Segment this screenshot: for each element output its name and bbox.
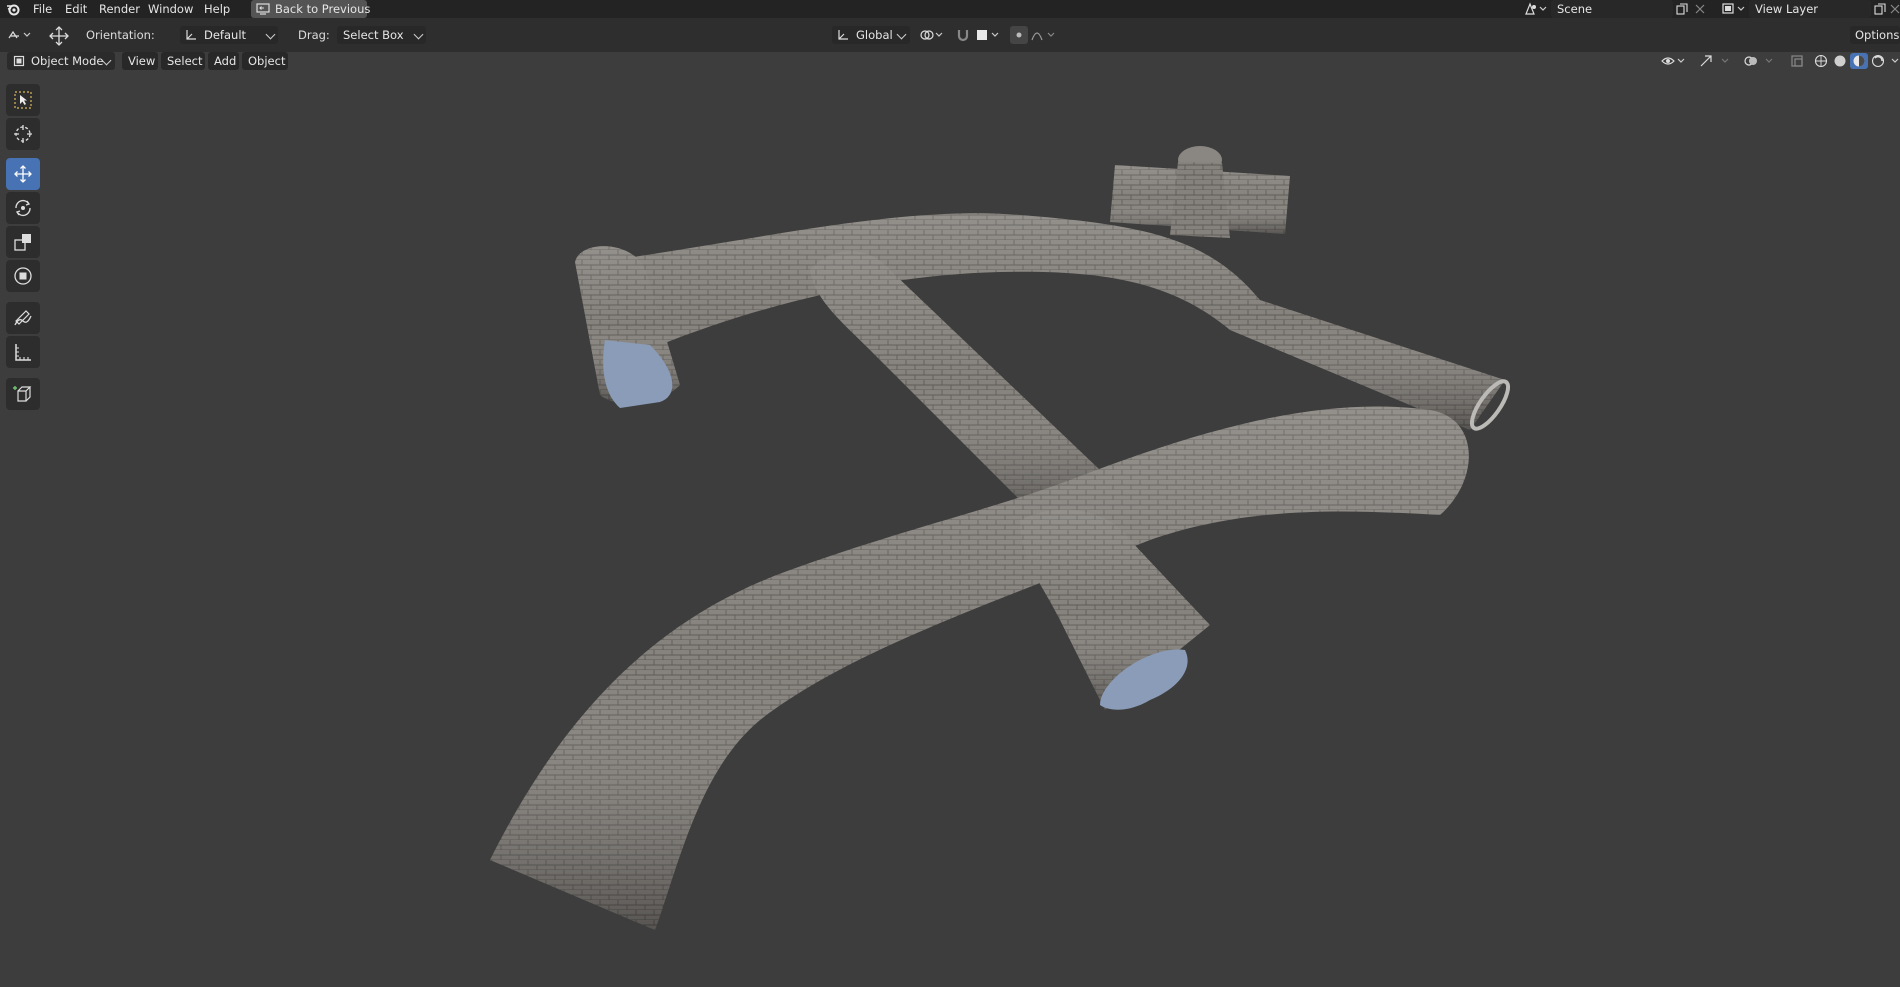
chevron-down-icon	[265, 29, 276, 40]
add-cube-icon	[13, 386, 32, 402]
solid-shading-icon[interactable]	[1831, 53, 1849, 69]
scale-tool[interactable]	[6, 226, 40, 258]
add-cube-tool[interactable]	[6, 378, 40, 410]
proportional-edit-icon[interactable]	[1010, 26, 1028, 44]
shading-dropdown-icon[interactable]	[1889, 53, 1900, 69]
cursor-tool[interactable]	[6, 118, 40, 150]
top-menu-bar: File Edit Render Window Help Back to Pre…	[0, 0, 1900, 18]
mode-value: Object Mode	[31, 54, 104, 68]
gizmo-dropdown-icon[interactable]	[1718, 53, 1732, 69]
screen-back-icon	[256, 2, 270, 16]
cursor-icon	[14, 125, 32, 143]
menu-edit[interactable]: Edit	[62, 1, 90, 17]
select-box-tool[interactable]	[6, 84, 40, 116]
wireframe-shading-icon[interactable]	[1812, 53, 1830, 69]
material-preview-shading-icon[interactable]	[1850, 53, 1868, 69]
options-button[interactable]: Options	[1850, 26, 1900, 44]
menu-help[interactable]: Help	[201, 1, 233, 17]
3d-viewport[interactable]	[0, 52, 1900, 984]
measure-icon	[15, 344, 31, 361]
delete-view-layer-icon[interactable]	[1889, 1, 1900, 17]
pipe-front-curve	[490, 406, 1469, 930]
delete-scene-icon[interactable]	[1692, 1, 1708, 17]
viewport-scene	[490, 146, 1511, 930]
chevron-down-icon	[413, 29, 424, 40]
mode-dropdown[interactable]: Object Mode	[7, 52, 115, 70]
menu-view[interactable]: View	[122, 52, 158, 70]
new-view-layer-icon[interactable]	[1872, 1, 1888, 17]
move-tool[interactable]	[6, 158, 40, 190]
rotate-tool[interactable]	[6, 192, 40, 224]
overlays-icon[interactable]	[1742, 53, 1760, 69]
transform-axis-icon	[836, 28, 850, 42]
scale-icon	[14, 234, 31, 251]
view-layer-name-field[interactable]: View Layer	[1749, 0, 1871, 18]
pipe-back-tee	[1110, 146, 1290, 238]
object-mode-icon	[12, 54, 26, 68]
menu-add[interactable]: Add	[208, 52, 239, 70]
menu-file[interactable]: File	[30, 1, 55, 17]
drag-value: Select Box	[343, 28, 404, 42]
transform-icon	[14, 267, 32, 285]
transform-space-dropdown[interactable]: Global	[832, 26, 910, 44]
annotate-tool[interactable]	[6, 302, 40, 334]
annotate-icon	[14, 310, 32, 326]
xray-toggle-icon[interactable]	[1788, 53, 1806, 69]
rotate-icon	[15, 200, 31, 216]
chevron-down-icon	[896, 29, 907, 40]
menu-render[interactable]: Render	[96, 1, 143, 17]
editor-type-icon[interactable]	[6, 26, 36, 44]
back-to-previous-button[interactable]: Back to Previous	[251, 0, 371, 18]
rendered-shading-icon[interactable]	[1869, 53, 1887, 69]
scene-name-field[interactable]: Scene	[1551, 0, 1673, 18]
pipe-front-branch	[1020, 509, 1210, 710]
scene-icon[interactable]	[1522, 1, 1550, 17]
move-tool-indicator-icon	[48, 25, 70, 47]
menu-select[interactable]: Select	[161, 52, 205, 70]
scene-name: Scene	[1557, 2, 1593, 16]
view-layer-icon[interactable]	[1720, 1, 1748, 17]
transform-tool[interactable]	[6, 260, 40, 292]
menu-window[interactable]: Window	[145, 1, 196, 17]
tool-settings-bar: Orientation: Default Drag: Select Box Gl…	[0, 18, 1900, 52]
drag-dropdown[interactable]: Select Box	[337, 26, 426, 44]
snap-magnet-icon[interactable]	[954, 26, 972, 44]
pipe-upper	[598, 213, 1511, 431]
transform-space-value: Global	[856, 28, 893, 42]
back-to-previous-label: Back to Previous	[275, 2, 371, 16]
overlays-dropdown-icon[interactable]	[1762, 53, 1776, 69]
new-scene-icon[interactable]	[1674, 1, 1690, 17]
pivot-point-icon[interactable]	[918, 26, 948, 44]
menu-object[interactable]: Object	[242, 52, 288, 70]
options-label: Options	[1855, 28, 1900, 42]
drag-label: Drag:	[298, 28, 330, 42]
blender-logo-icon[interactable]	[5, 2, 21, 16]
orientation-label: Orientation:	[86, 28, 155, 42]
measure-tool[interactable]	[6, 336, 40, 368]
orientation-axis-icon	[184, 28, 198, 42]
move-icon	[14, 165, 32, 183]
orientation-dropdown[interactable]: Default	[180, 26, 278, 44]
pipe-diagonal	[810, 251, 1100, 520]
viewport-header: Object Mode View Select Add Object	[0, 52, 1900, 70]
falloff-curve-icon[interactable]	[1030, 26, 1060, 44]
gizmo-toggle-icon[interactable]	[1697, 53, 1715, 69]
orientation-value: Default	[204, 28, 247, 42]
select-box-icon	[14, 91, 32, 109]
view-layer-name: View Layer	[1755, 2, 1819, 16]
snap-target-icon[interactable]	[974, 26, 1004, 44]
visibility-eye-icon[interactable]	[1660, 53, 1690, 69]
